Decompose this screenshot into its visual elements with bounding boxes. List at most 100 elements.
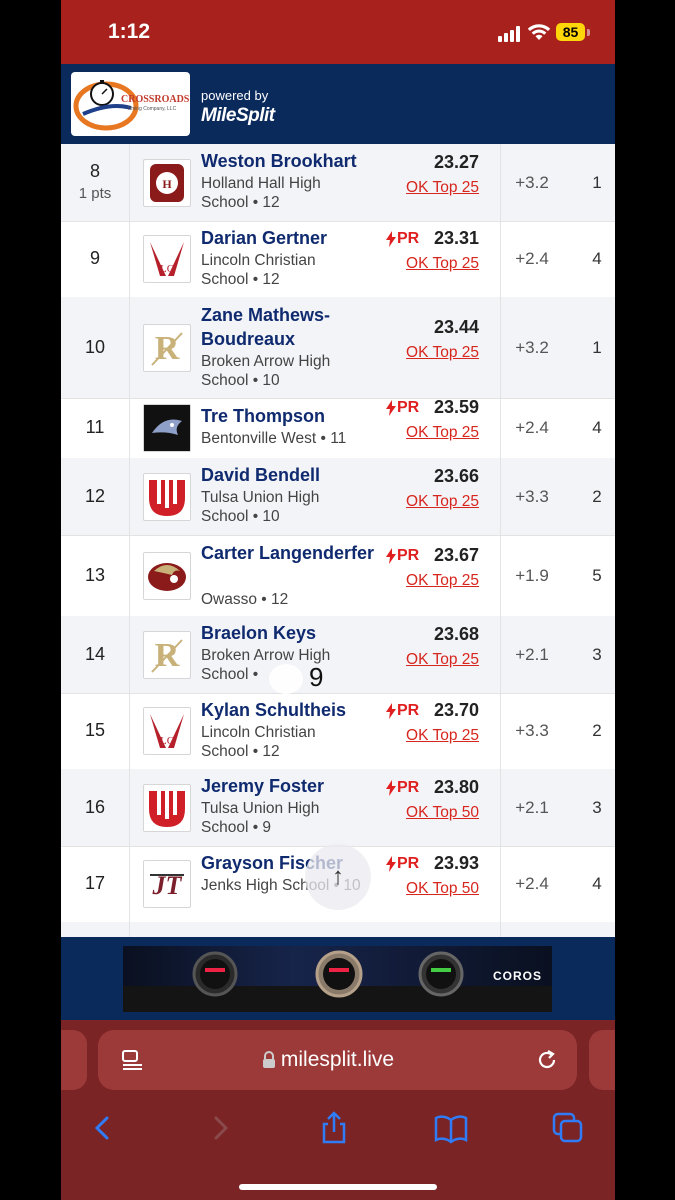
heat-number: 4 [592,418,602,437]
pr-badge: PR [397,546,420,564]
overlay-digit: 9 [309,662,324,692]
result-row[interactable]: 13 Carter Langenderfer Owasso • 12 PR 23.67 O… [61,535,615,617]
column-divider [500,297,501,398]
athlete-name-link[interactable]: Tre Thompson [201,404,381,428]
reload-icon[interactable] [535,1048,559,1072]
athlete-name-link[interactable]: Kylan Schultheis [201,698,381,722]
school-logo[interactable]: H [143,158,191,207]
athlete-name-link[interactable]: Zane Mathews-Boudreaux [201,303,381,351]
pr-lightning-icon [386,856,396,872]
result-row[interactable]: Kyren Myers [61,922,615,937]
school-grade[interactable]: Holland Hall High School • 12 [201,174,361,212]
wind-reading: +2.1 [515,797,549,817]
school-logo[interactable] [143,551,191,600]
scroll-to-top-button[interactable]: ↑ [305,844,371,910]
wind-reading: +3.2 [515,172,549,192]
status-time: 1:12 [108,20,151,43]
lincoln-christian-logo-icon: LC [150,242,184,276]
state-rank-link[interactable]: OK Top 25 [406,344,479,362]
column-divider [500,846,501,922]
bentonville-west-logo-icon [144,405,190,451]
school-grade[interactable]: Bentonville West • 11 [201,429,361,448]
school-logo[interactable] [143,472,191,521]
result-time: 23.67 [433,544,479,565]
school-logo[interactable]: JT [143,860,191,908]
svg-text:LC: LC [160,263,174,275]
result-row[interactable]: 11 Tre Thompson Bentonville West • 11 PR 23.… [61,397,615,459]
back-icon[interactable] [85,1110,121,1146]
school-grade[interactable]: Lincoln Christian School • 12 [201,723,361,761]
column-divider [500,922,501,937]
previous-tab-preview[interactable] [61,1030,87,1090]
heat-number: 2 [592,721,602,740]
athlete-name-link[interactable]: Darian Gertner [201,226,381,250]
result-row[interactable]: 16 Jeremy Foster Tulsa Union High School •… [61,769,615,847]
school-logo[interactable]: LC [143,707,191,755]
result-time: 23.31 [433,228,479,248]
url-text: milesplit.live [280,1048,395,1071]
result-time: 23.44 [433,316,479,337]
heat-number: 4 [592,874,602,893]
powered-by-label: powered by [201,88,269,103]
column-divider [500,769,501,846]
address-bar[interactable]: milesplit.live [98,1030,577,1090]
result-row[interactable]: 10 R Zane Mathews-BoudreauxBroken Arrow Hi… [61,297,615,399]
wind-reading: +3.2 [515,337,549,357]
wind-reading: +2.4 [515,874,549,893]
column-divider [500,616,501,693]
column-divider [500,535,501,616]
athlete-name-link[interactable]: Weston Brookhart [201,149,381,173]
state-rank-link[interactable]: OK Top 25 [406,424,479,442]
place-cell [61,144,130,221]
column-divider [500,693,501,769]
school-grade[interactable]: Broken Arrow High School • 10 [201,352,361,390]
athlete-name-link[interactable]: Jeremy Foster [201,774,381,798]
state-rank-link[interactable]: OK Top 25 [406,179,479,197]
place-number: 10 [84,336,106,357]
state-rank-link[interactable]: OK Top 25 [406,493,479,511]
next-tab-preview[interactable] [589,1030,615,1090]
state-rank-link[interactable]: OK Top 25 [406,651,479,669]
state-rank-link[interactable]: OK Top 25 [406,727,479,745]
athlete-name-link[interactable]: David Bendell [201,463,381,487]
school-grade[interactable]: Lincoln Christian School • 12 [201,251,361,289]
touch-indicator [269,664,303,694]
result-row[interactable]: 15 LC Kylan Schultheis Lincoln Christian Sc… [61,693,615,770]
school-logo[interactable]: R [143,630,191,679]
athlete-name-link[interactable]: Braelon Keys [201,621,381,645]
share-icon[interactable] [316,1110,352,1146]
result-row[interactable]: 9 LC Darian Gertner Lincoln Christian Schoo… [61,221,615,298]
result-time: 23.93 [433,853,479,873]
crossroads-timing-logo[interactable]: CROSSROADS Timing Company, LLC [71,72,190,136]
status-bar: 1:12 85 [61,0,615,64]
tabs-icon[interactable] [550,1110,586,1146]
school-logo[interactable]: LC [143,235,191,283]
home-indicator [239,1184,437,1190]
pr-lightning-icon [386,703,396,719]
place-number: 11 [85,417,105,437]
state-rank-link[interactable]: OK Top 25 [406,255,479,273]
place-number: 12 [84,485,106,506]
result-row[interactable]: 8 1 pts H Weston Brookhart Holland Hall High… [61,144,615,222]
forward-icon[interactable] [202,1110,238,1146]
result-row[interactable]: 14RBraelon KeysBroken Arrow High School … [61,616,615,694]
milesplit-logo[interactable]: MileSplit [201,105,275,127]
heat-number: 1 [592,337,602,357]
place-number: 14 [84,643,106,664]
state-rank-link[interactable]: OK Top 25 [406,572,479,590]
result-row[interactable]: 12 David Bendell Tulsa Union High School •… [61,458,615,536]
school-logo[interactable] [143,404,191,452]
school-logo[interactable] [143,783,191,832]
state-rank-link[interactable]: OK Top 50 [406,804,479,822]
wind-reading: +1.9 [515,565,549,585]
bookmarks-icon[interactable] [433,1110,469,1146]
wind-reading: +2.4 [515,249,549,268]
school-grade[interactable]: Tulsa Union High School • 10 [201,488,361,526]
school-grade[interactable]: Owasso • 12 [201,590,361,609]
phone-screen: 1:12 85 CROSSROADS Timing Company, LLC p… [61,0,615,1200]
school-grade[interactable]: Tulsa Union High School • 9 [201,799,361,837]
coros-ad[interactable]: COROS [123,946,552,1012]
state-rank-link[interactable]: OK Top 50 [406,880,479,898]
athlete-name-link[interactable]: Carter Langenderfer [201,541,381,565]
school-logo[interactable]: R [143,323,191,372]
